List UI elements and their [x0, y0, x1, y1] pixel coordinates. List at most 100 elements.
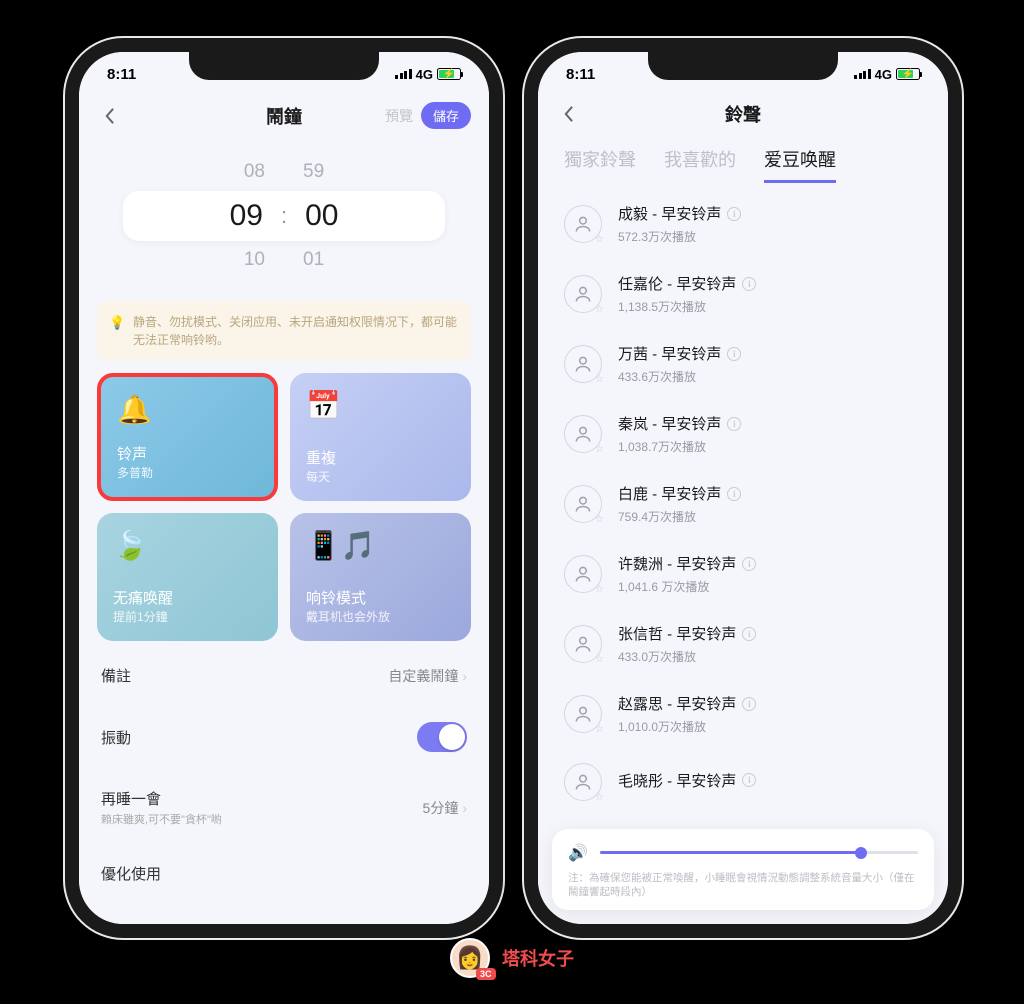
- status-time: 8:11: [566, 66, 595, 83]
- row-vibrate: 振動: [97, 704, 471, 770]
- item-name: 许魏洲 - 早安铃声 i: [618, 553, 756, 574]
- page-title: 鈴聲: [725, 101, 761, 127]
- row-remark-label: 備註: [101, 665, 131, 686]
- chevron-right-icon: ›: [462, 800, 467, 816]
- item-name: 白鹿 - 早安铃声 i: [618, 483, 741, 504]
- card-repeat[interactable]: 📅 重複每天: [290, 373, 471, 501]
- back-button[interactable]: [556, 102, 580, 126]
- card-ring[interactable]: 📱🎵 响铃模式戴耳机也会外放: [290, 513, 471, 641]
- header: 鬧鐘 預覽 儲存: [79, 96, 489, 143]
- item-plays: 1,010.0万次播放: [618, 718, 756, 735]
- network-label: 4G: [875, 67, 892, 82]
- time-picker[interactable]: 0859 09:00 1001: [79, 143, 489, 287]
- picker-sel-min: 00: [305, 199, 338, 233]
- list-item[interactable]: ☆ 成毅 - 早安铃声 i 572.3万次播放: [538, 189, 948, 259]
- list-item[interactable]: ☆白鹿 - 早安铃声 i759.4万次播放: [538, 469, 948, 539]
- phone-right: 8:11 4G ⚡ 鈴聲 獨家鈴聲 我喜歡的 爱豆唤醒 ☆ 成毅 - 早安铃声 i…: [524, 38, 962, 938]
- avatar-icon: ☆: [564, 205, 602, 243]
- tabs: 獨家鈴聲 我喜歡的 爱豆唤醒: [538, 140, 948, 187]
- card-repeat-label: 重複: [306, 447, 455, 468]
- card-sound[interactable]: 🔔 铃声多普勒: [97, 373, 278, 501]
- info-icon[interactable]: i: [727, 207, 741, 221]
- watermark: 👩 3C 塔科女子: [450, 938, 574, 978]
- avatar-icon: ☆: [564, 625, 602, 663]
- item-plays: 1,041.6 万次播放: [618, 578, 756, 595]
- row-snooze-label: 再睡一會: [101, 788, 222, 809]
- volume-icon: 🔊: [568, 843, 588, 863]
- notch: [189, 52, 379, 80]
- list-item[interactable]: ☆ 秦岚 - 早安铃声 i 1,038.7万次播放: [538, 399, 948, 469]
- card-wake-label: 无痛唤醒: [113, 587, 262, 608]
- list-item[interactable]: ☆任嘉伦 - 早安铃声 i1,138.5万次播放: [538, 259, 948, 329]
- picker-sel-hour: 09: [230, 199, 263, 233]
- row-remark[interactable]: 備註 自定義鬧鐘›: [97, 647, 471, 704]
- item-plays: 1,038.7万次播放: [618, 438, 741, 455]
- avatar-icon: ☆: [564, 345, 602, 383]
- calendar-icon: 📅: [306, 389, 455, 421]
- picker-colon: :: [281, 203, 287, 229]
- item-name: 成毅 - 早安铃声 i: [618, 203, 741, 224]
- network-label: 4G: [416, 67, 433, 82]
- card-wake-sub: 提前1分鐘: [113, 608, 262, 625]
- card-sound-sub: 多普勒: [117, 464, 258, 481]
- info-icon[interactable]: i: [742, 627, 756, 641]
- info-icon[interactable]: i: [727, 417, 741, 431]
- tab-idol[interactable]: 爱豆唤醒: [764, 146, 836, 183]
- card-ring-label: 响铃模式: [306, 587, 455, 608]
- item-plays: 572.3万次播放: [618, 228, 741, 245]
- item-name: 张信哲 - 早安铃声 i: [618, 623, 756, 644]
- info-icon[interactable]: i: [727, 487, 741, 501]
- save-button[interactable]: 儲存: [421, 102, 471, 129]
- status-time: 8:11: [107, 66, 136, 83]
- list-item[interactable]: ☆ 赵露思 - 早安铃声 i 1,010.0万次播放: [538, 679, 948, 749]
- picker-prev-hour: 08: [244, 161, 265, 183]
- item-name: 秦岚 - 早安铃声 i: [618, 413, 741, 434]
- avatar-icon: ☆: [564, 415, 602, 453]
- battery-icon: ⚡: [437, 68, 461, 80]
- tab-liked[interactable]: 我喜歡的: [664, 146, 736, 183]
- list-item[interactable]: ☆许魏洲 - 早安铃声 i1,041.6 万次播放: [538, 539, 948, 609]
- card-repeat-sub: 每天: [306, 468, 455, 485]
- ringtone-list[interactable]: ☆成毅 - 早安铃声 i572.3万次播放☆任嘉伦 - 早安铃声 i1,138.…: [538, 187, 948, 817]
- item-plays: 433.0万次播放: [618, 648, 756, 665]
- list-item[interactable]: ☆ 万茜 - 早安铃声 i 433.6万次播放: [538, 329, 948, 399]
- tab-exclusive[interactable]: 獨家鈴聲: [564, 146, 636, 183]
- info-icon[interactable]: i: [742, 773, 756, 787]
- avatar-icon: ☆: [564, 275, 602, 313]
- row-snooze[interactable]: 再睡一會賴床雖爽,可不要"貪杯"喲 5分鐘›: [97, 770, 471, 845]
- notch: [648, 52, 838, 80]
- back-button[interactable]: [97, 104, 121, 128]
- item-name: 毛晓彤 - 早安铃声 i: [618, 770, 756, 791]
- vibrate-toggle[interactable]: [417, 722, 467, 752]
- tip-banner: 静音、勿扰模式、关闭应用、未开启通知权限情况下，都可能无法正常响铃哟。: [97, 301, 471, 361]
- list-item[interactable]: ☆ 毛晓彤 - 早安铃声 i: [538, 749, 948, 815]
- info-icon[interactable]: i: [742, 557, 756, 571]
- item-plays: 433.6万次播放: [618, 368, 741, 385]
- chevron-right-icon: ›: [462, 668, 467, 684]
- row-opt-label: 優化使用: [101, 863, 161, 884]
- info-icon[interactable]: i: [742, 277, 756, 291]
- bell-icon: 🔔: [117, 393, 258, 425]
- row-opt[interactable]: 優化使用: [97, 845, 471, 902]
- info-icon[interactable]: i: [742, 697, 756, 711]
- leaf-icon: 🍃: [113, 529, 262, 561]
- screen-left: 8:11 4G ⚡ 鬧鐘 預覽 儲存 0859 09:00 1001 静音、勿扰…: [79, 52, 489, 924]
- card-ring-sub: 戴耳机也会外放: [306, 608, 455, 625]
- avatar-icon: ☆: [564, 695, 602, 733]
- avatar-icon: ☆: [564, 763, 602, 801]
- preview-button[interactable]: 預覽: [385, 106, 413, 126]
- watermark-badge: 3C: [476, 968, 496, 980]
- watermark-name: 塔科女子: [502, 945, 574, 971]
- item-plays: 1,138.5万次播放: [618, 298, 756, 315]
- info-icon[interactable]: i: [727, 347, 741, 361]
- battery-icon: ⚡: [896, 68, 920, 80]
- card-sound-label: 铃声: [117, 443, 258, 464]
- list-item[interactable]: ☆ 张信哲 - 早安铃声 i 433.0万次播放: [538, 609, 948, 679]
- page-title: 鬧鐘: [266, 103, 302, 129]
- volume-card: 🔊 注：為確保您能被正常喚醒，小睡眠會視情況動態調整系統音量大小（僅在鬧鐘響起時…: [552, 829, 934, 910]
- item-name: 赵露思 - 早安铃声 i: [618, 693, 756, 714]
- card-wake[interactable]: 🍃 无痛唤醒提前1分鐘: [97, 513, 278, 641]
- volume-slider[interactable]: [600, 851, 918, 854]
- header: 鈴聲: [538, 96, 948, 140]
- item-name: 万茜 - 早安铃声 i: [618, 343, 741, 364]
